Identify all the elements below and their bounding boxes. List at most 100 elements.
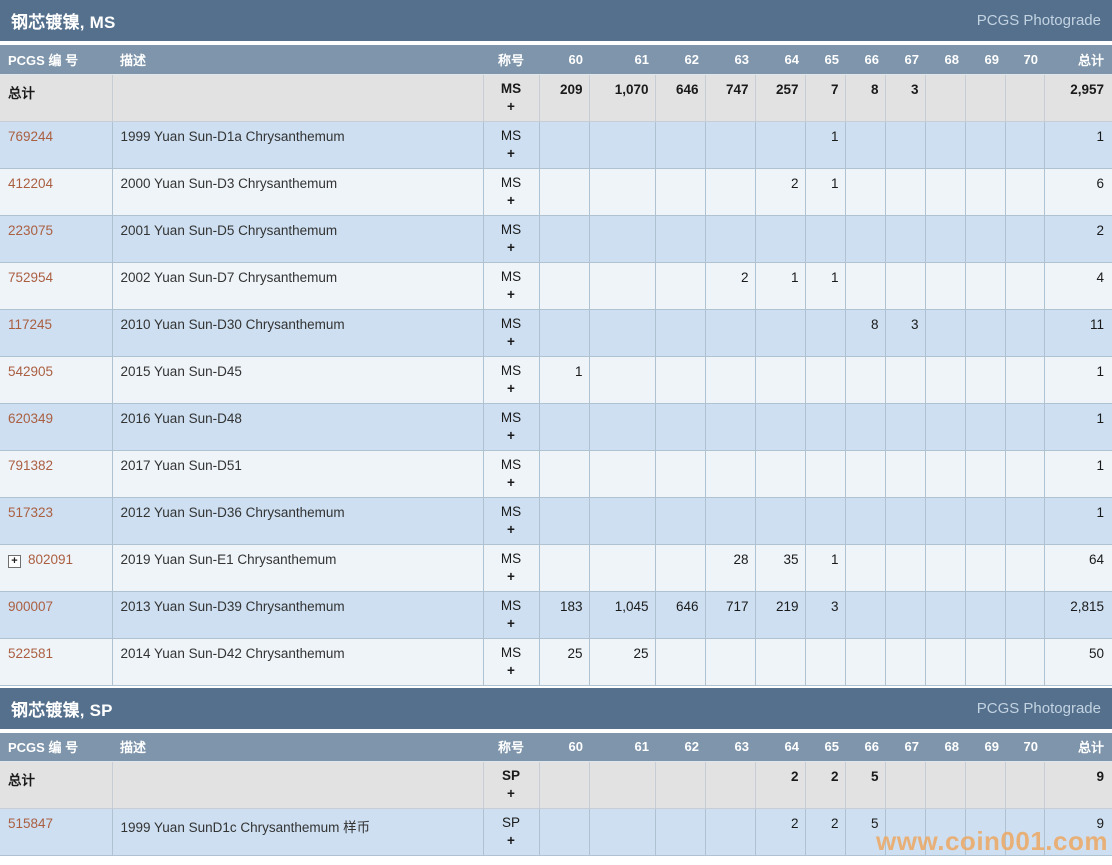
expand-icon[interactable]: + xyxy=(8,554,21,568)
grade-64-count xyxy=(754,496,806,545)
col-header-grade-67: 67 xyxy=(885,45,925,75)
grade-63-count xyxy=(704,402,756,451)
col-header-grade-63: 63 xyxy=(705,732,755,762)
table-row: 517323 2012 Yuan Sun-D36 Chrysanthemum MS +… xyxy=(0,496,1112,545)
grade-70-count xyxy=(1004,496,1045,545)
pcgs-number-link[interactable]: 515847 xyxy=(8,816,53,831)
pcgs-number-link[interactable]: 517323 xyxy=(8,505,53,520)
col-header-grade-68: 68 xyxy=(925,45,965,75)
pcgs-number-link[interactable]: 522581 xyxy=(8,646,53,661)
col-header-total: 总计 xyxy=(1044,45,1112,75)
col-header-grade-60: 60 xyxy=(539,732,589,762)
designation-plus: + xyxy=(507,145,515,161)
designation-plus: + xyxy=(507,380,515,396)
grade-65-count xyxy=(804,402,846,451)
pcgs-number-cell: 223075 xyxy=(0,214,113,263)
grade-63-count xyxy=(704,214,756,263)
table-row: 515847 1999 Yuan SunD1c Chrysanthemum 样币 S… xyxy=(0,808,1112,856)
row-total: 1 xyxy=(1043,355,1112,404)
grade-64-count: 219 xyxy=(754,590,806,639)
grade-66-count xyxy=(844,355,886,404)
grade-69-count xyxy=(964,637,1006,686)
table-row: 620349 2016 Yuan Sun-D48 MS +1 xyxy=(0,402,1112,451)
grade-61-count xyxy=(588,355,656,404)
photograde-link[interactable]: PCGS Photograde xyxy=(977,700,1101,717)
pcgs-number-link[interactable]: 900007 xyxy=(8,599,53,614)
grade-69-count xyxy=(964,120,1006,169)
pcgs-number-link[interactable]: 412204 xyxy=(8,176,53,191)
grade-68-count xyxy=(924,167,966,216)
grade-61-count xyxy=(588,543,656,592)
grade-61-count xyxy=(588,496,656,545)
coin-description: 2010 Yuan Sun-D30 Chrysanthemum xyxy=(111,308,484,357)
grade-70-count xyxy=(1004,543,1045,592)
table-row: 412204 2000 Yuan Sun-D3 Chrysanthemum MS +2… xyxy=(0,167,1112,216)
pcgs-number-link[interactable]: 117245 xyxy=(8,317,52,332)
pcgs-number-link[interactable]: 752954 xyxy=(8,270,53,285)
grade-60-count xyxy=(538,167,590,216)
grade-64-count xyxy=(754,355,806,404)
column-header-row: PCGS 编 号描述 称号 60 61 62 63 64 65 66 67 68 69 70 总计 xyxy=(0,45,1112,75)
col-header-designation: 称号 xyxy=(483,45,539,75)
row-total: 9 xyxy=(1043,761,1112,809)
grade-68-count xyxy=(924,637,966,686)
col-header-grade-62: 62 xyxy=(655,732,705,762)
grade-68-count xyxy=(924,73,966,122)
grade-65-count: 1 xyxy=(804,261,846,310)
col-header-pcgs-number: PCGS 编 号 xyxy=(0,45,112,75)
photograde-link[interactable]: PCGS Photograde xyxy=(977,12,1101,29)
col-header-grade-61: 61 xyxy=(589,732,655,762)
designation-label: MS xyxy=(500,127,522,143)
pcgs-number-cell: 900007 xyxy=(0,590,113,639)
grade-66-count xyxy=(844,637,886,686)
col-header-grade-69: 69 xyxy=(965,45,1005,75)
coin-description: 1999 Yuan Sun-D1a Chrysanthemum xyxy=(111,120,484,169)
row-total: 1 xyxy=(1043,402,1112,451)
grade-64-count: 2 xyxy=(754,761,806,809)
grade-69-count xyxy=(964,761,1006,809)
designation-label: MS xyxy=(500,503,522,519)
grade-67-count xyxy=(884,543,926,592)
grade-60-count xyxy=(538,402,590,451)
pcgs-number-link[interactable]: 542905 xyxy=(8,364,53,379)
table-head: PCGS 编 号描述 称号 60 61 62 63 64 65 66 67 68 69 70 总计 xyxy=(0,45,1112,75)
pcgs-number-link[interactable]: 223075 xyxy=(8,223,53,238)
grade-69-count xyxy=(964,355,1006,404)
population-section-sp: 钢芯镀镍, SP PCGS Photograde PCGS 编 号描述 称号 60 6… xyxy=(0,687,1112,856)
col-header-designation: 称号 xyxy=(483,732,539,762)
table-row: 542905 2015 Yuan Sun-D45 MS +1 1 xyxy=(0,355,1112,404)
designation: MS + xyxy=(482,73,540,122)
grade-64-count: 1 xyxy=(754,261,806,310)
designation-plus: + xyxy=(507,239,515,255)
pcgs-number-link[interactable]: 791382 xyxy=(8,458,53,473)
table-row: 223075 2001 Yuan Sun-D5 Chrysanthemum MS +2 xyxy=(0,214,1112,263)
designation-plus: + xyxy=(507,98,515,114)
grade-62-count xyxy=(654,761,706,809)
pcgs-number-link[interactable]: 802091 xyxy=(28,552,73,567)
col-header-description: 描述 xyxy=(112,732,483,762)
grade-63-count xyxy=(704,761,756,809)
grade-68-count xyxy=(924,355,966,404)
grade-64-count: 257 xyxy=(754,73,806,122)
grade-61-count: 1,070 xyxy=(588,73,656,122)
grade-65-count xyxy=(804,308,846,357)
section-header: 钢芯镀镍, SP PCGS Photograde xyxy=(0,687,1112,733)
pcgs-number-cell: 769244 xyxy=(0,120,113,169)
pcgs-number-link[interactable]: 769244 xyxy=(8,129,53,144)
pcgs-number-cell: 752954 xyxy=(0,261,113,310)
pcgs-number-cell: 522581 xyxy=(0,637,113,686)
grade-66-count xyxy=(844,120,886,169)
pcgs-number-link[interactable]: 620349 xyxy=(8,411,53,426)
designation-label: MS xyxy=(500,644,522,660)
section-title: 钢芯镀镍, MS xyxy=(11,13,116,32)
totals-row: 总计 SP +2 2 5 9 xyxy=(0,761,1112,809)
col-header-grade-67: 67 xyxy=(885,732,925,762)
table-body: 总计 SP +2 2 5 9 515847 1999 Yuan SunD1c Chrysant… xyxy=(0,761,1112,856)
grade-66-count: 5 xyxy=(844,761,886,809)
col-header-grade-65: 65 xyxy=(805,732,845,762)
designation: MS + xyxy=(482,449,540,498)
row-total: 2 xyxy=(1043,214,1112,263)
grade-68-count xyxy=(924,308,966,357)
grade-66-count xyxy=(844,543,886,592)
designation: MS + xyxy=(482,308,540,357)
